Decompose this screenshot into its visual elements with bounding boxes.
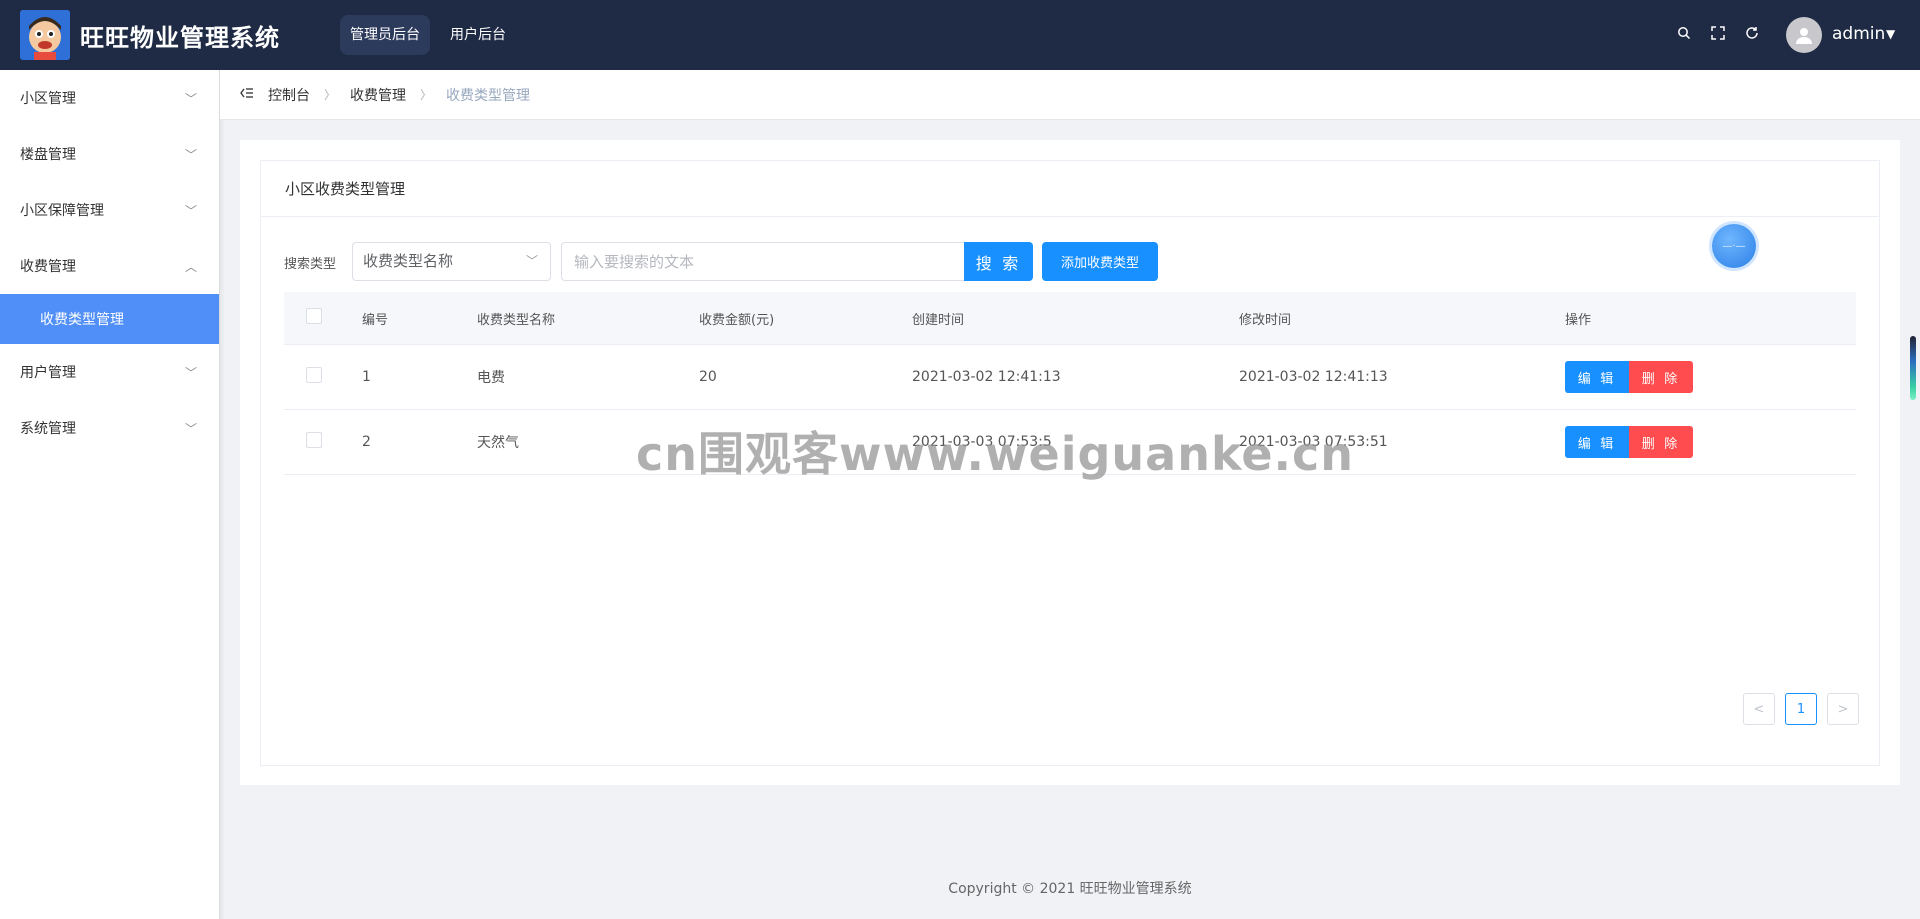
sidebar-item-users[interactable]: 用户管理 ﹀ — [0, 344, 219, 400]
fullscreen-icon[interactable] — [1710, 25, 1726, 41]
breadcrumb: 控制台 〉 收费管理 〉 收费类型管理 — [220, 70, 1920, 120]
watermark: cn围观客www.weiguanke.cn — [636, 427, 1355, 481]
column-header-amount: 收费金额(元) — [699, 312, 775, 328]
column-header-created: 创建时间 — [912, 312, 965, 328]
footer-copyright: Copyright © 2021 旺旺物业管理系统 — [948, 881, 1192, 897]
table-row: 1 电费 20 2021-03-02 12:41:13 2021-03-02 1… — [284, 345, 1856, 410]
select-value: 收费类型名称 — [363, 252, 454, 270]
add-fee-type-button[interactable]: 添加收费类型 — [1042, 242, 1158, 281]
sidebar-item-label: 用户管理 — [20, 365, 76, 381]
column-header-actions: 操作 — [1565, 312, 1592, 328]
row-checkbox[interactable] — [306, 367, 322, 383]
cell-name: 天然气 — [477, 435, 519, 451]
table-header: 编号 收费类型名称 收费金额(元) 创建时间 修改时间 操作 — [284, 292, 1856, 345]
next-page-button[interactable]: > — [1827, 693, 1859, 725]
select-all-checkbox[interactable] — [306, 308, 322, 324]
cell-id: 2 — [362, 434, 371, 450]
top-nav: 管理员后台 用户后台 — [340, 15, 516, 55]
sidebar-item-label: 小区保障管理 — [20, 203, 104, 219]
caret-down-icon[interactable]: ▼ — [1886, 27, 1895, 41]
column-header-id: 编号 — [362, 312, 389, 328]
edit-button[interactable]: 编 辑 — [1565, 426, 1629, 458]
search-type-select[interactable]: 收费类型名称 ﹀ — [352, 242, 551, 281]
chevron-down-icon: ﹀ — [184, 91, 197, 106]
breadcrumb-item[interactable]: 收费管理 — [350, 85, 406, 105]
refresh-icon[interactable] — [1744, 25, 1760, 41]
avatar[interactable] — [1786, 17, 1822, 53]
sidebar-item-security[interactable]: 小区保障管理 ﹀ — [0, 182, 219, 238]
username[interactable]: admin — [1832, 24, 1885, 44]
sidebar-item-label: 收费管理 — [20, 259, 76, 275]
pagination: < 1 > — [1743, 693, 1859, 725]
floating-assistant-ball[interactable]: —·— — [1712, 224, 1756, 268]
sidebar-subitem-fee-types[interactable]: 收费类型管理 — [0, 294, 219, 344]
cell-id: 1 — [362, 369, 371, 385]
sidebar-item-fees[interactable]: 收费管理 ︿ — [0, 238, 219, 294]
sidebar-item-buildings[interactable]: 楼盘管理 ﹀ — [0, 126, 219, 182]
card-title: 小区收费类型管理 — [261, 161, 1879, 217]
app-logo — [20, 10, 70, 60]
delete-button[interactable]: 删 除 — [1629, 361, 1693, 393]
row-checkbox[interactable] — [306, 432, 322, 448]
chevron-down-icon: ﹀ — [525, 254, 538, 268]
edit-button[interactable]: 编 辑 — [1565, 361, 1629, 393]
row-actions: 编 辑 删 除 — [1565, 426, 1693, 458]
page-button[interactable]: 1 — [1785, 693, 1817, 725]
sidebar-item-system[interactable]: 系统管理 ﹀ — [0, 400, 219, 456]
sidebar-item-label: 小区管理 — [20, 91, 76, 107]
search-button[interactable]: 搜 索 — [964, 242, 1033, 281]
sidebar-item-label: 系统管理 — [20, 421, 76, 437]
scroll-indicator[interactable] — [1910, 336, 1916, 400]
prev-page-button[interactable]: < — [1743, 693, 1775, 725]
app-title: 旺旺物业管理系统 — [80, 24, 280, 52]
chevron-right-icon: 〉 — [420, 88, 433, 102]
column-header-name: 收费类型名称 — [477, 312, 556, 328]
sidebar: 小区管理 ﹀ 楼盘管理 ﹀ 小区保障管理 ﹀ 收费管理 ︿ 收费类型管理 用户管… — [0, 70, 225, 919]
cell-name: 电费 — [477, 370, 505, 386]
search-icon[interactable] — [1676, 25, 1692, 41]
tab-admin-backend[interactable]: 管理员后台 — [340, 15, 430, 55]
chevron-down-icon: ﹀ — [184, 147, 197, 162]
cell-created: 2021-03-02 12:41:13 — [912, 369, 1061, 385]
sidebar-item-community[interactable]: 小区管理 ﹀ — [0, 70, 219, 126]
search-input[interactable] — [561, 242, 964, 281]
chevron-down-icon: ﹀ — [184, 203, 197, 218]
chevron-up-icon: ︿ — [184, 259, 197, 274]
top-header: 旺旺物业管理系统 管理员后台 用户后台 admin ▼ — [0, 0, 1920, 70]
breadcrumb-current: 收费类型管理 — [446, 87, 531, 104]
breadcrumb-item[interactable]: 控制台 — [268, 85, 310, 105]
chevron-down-icon: ﹀ — [184, 421, 197, 436]
chevron-down-icon: ﹀ — [184, 365, 197, 380]
tab-user-backend[interactable]: 用户后台 — [440, 15, 516, 55]
cell-amount: 20 — [699, 369, 717, 385]
chevron-right-icon: 〉 — [324, 88, 337, 102]
sidebar-item-label: 楼盘管理 — [20, 147, 76, 163]
header-tools — [1676, 25, 1760, 41]
cell-modified: 2021-03-02 12:41:13 — [1239, 369, 1388, 385]
column-header-modified: 修改时间 — [1239, 312, 1292, 328]
delete-button[interactable]: 删 除 — [1629, 426, 1693, 458]
search-type-label: 搜索类型 — [284, 257, 337, 272]
row-actions: 编 辑 删 除 — [1565, 361, 1693, 393]
collapse-sidebar-icon[interactable] — [240, 87, 254, 103]
